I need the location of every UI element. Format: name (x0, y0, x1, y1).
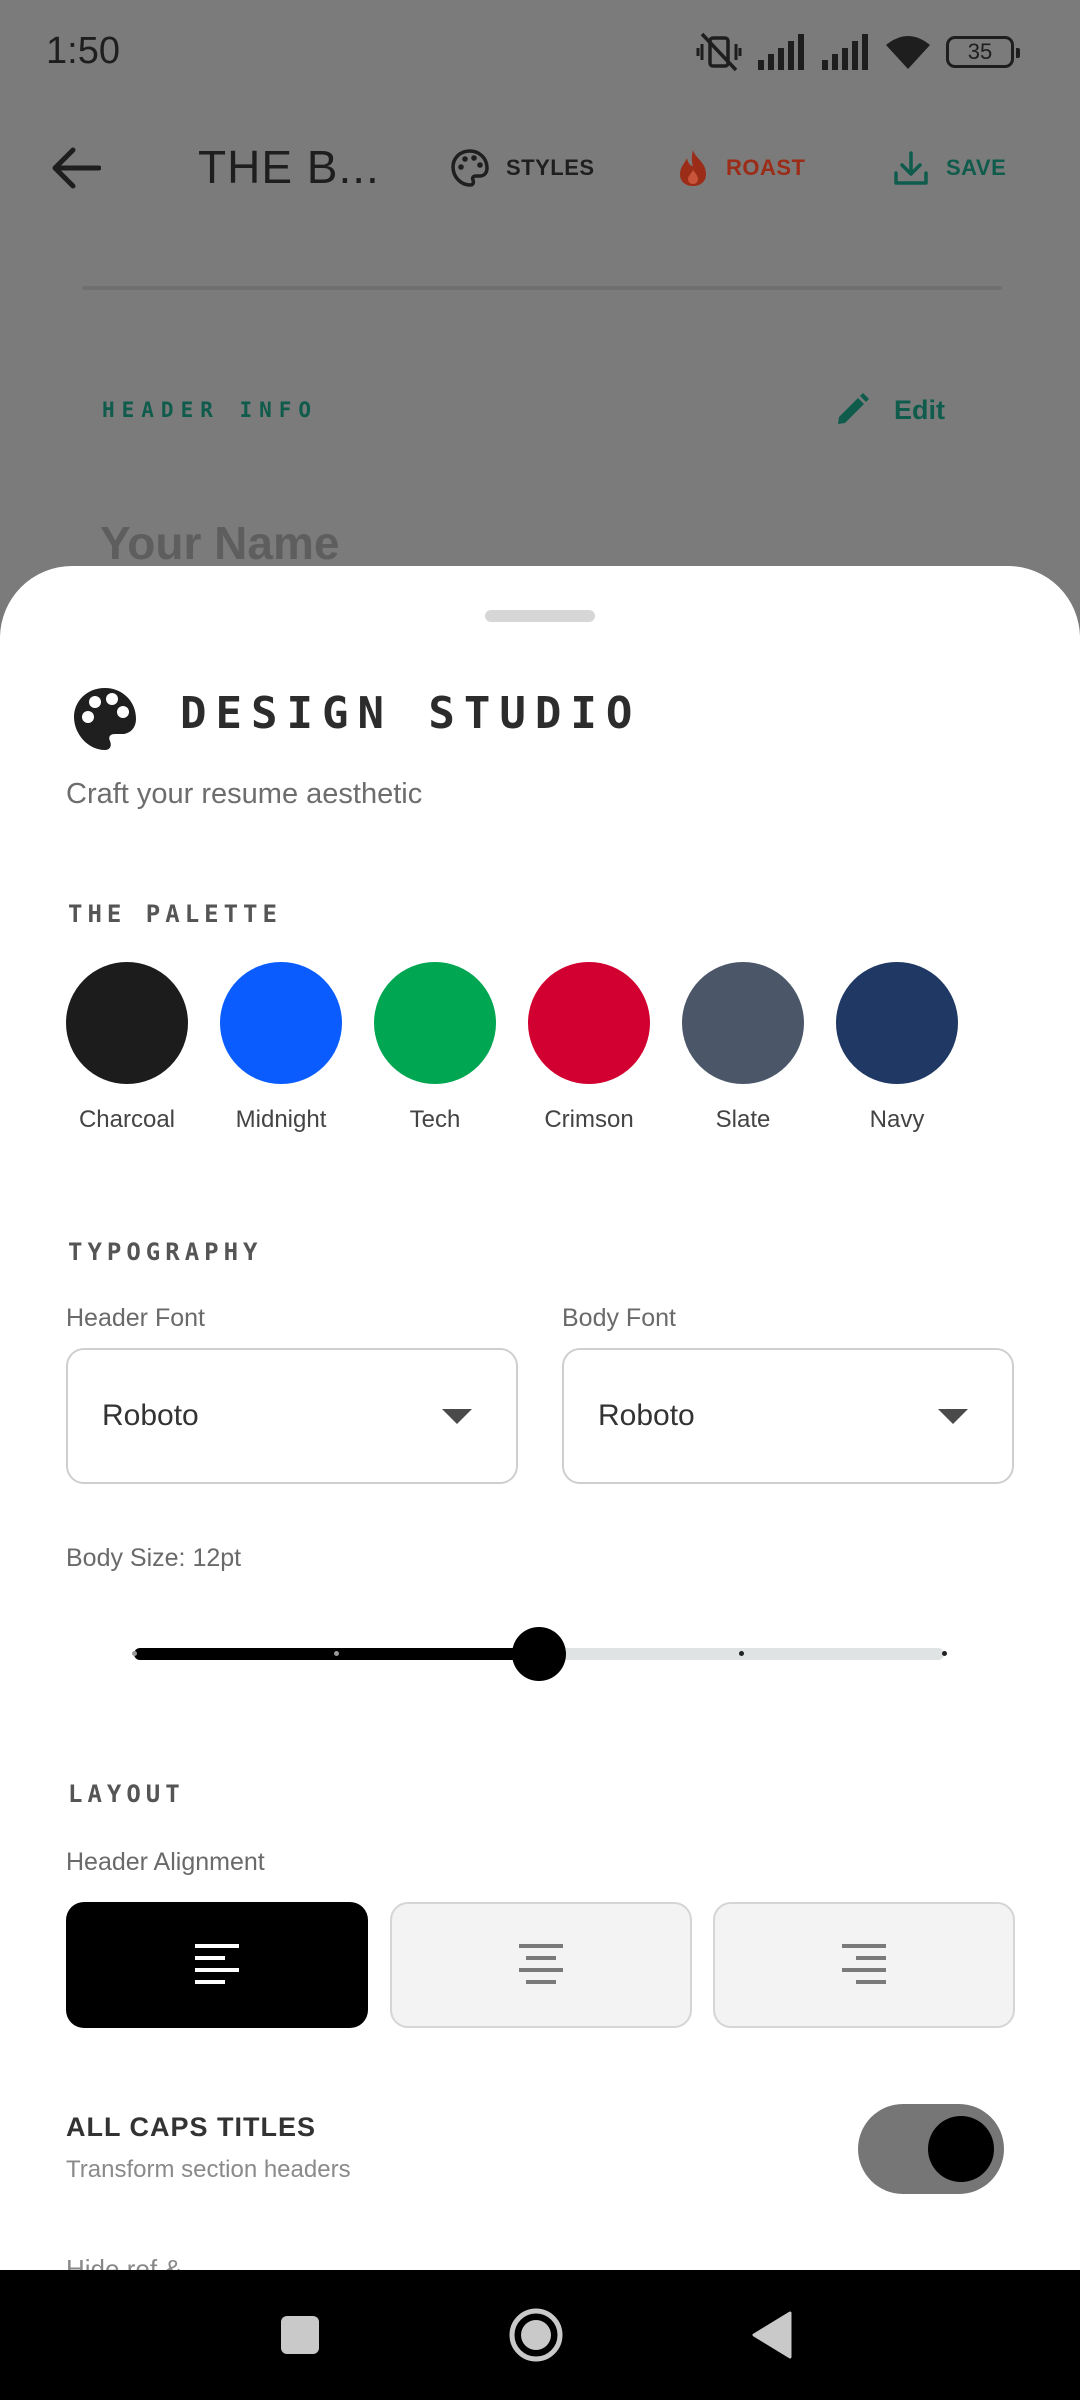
vibrate-off-icon (696, 32, 742, 72)
toggle-knob (928, 2116, 994, 2182)
align-left-button[interactable] (66, 1902, 368, 2028)
header-alignment-label: Header Alignment (66, 1848, 265, 1876)
sheet-subtitle: Craft your resume aesthetic (66, 778, 423, 810)
document-title: THE B... (198, 141, 380, 193)
header-font-select[interactable]: Roboto (66, 1348, 518, 1484)
body-size-slider[interactable] (131, 1624, 947, 1684)
align-center-button[interactable] (390, 1902, 692, 2028)
header-info-label: HEADER INFO (102, 398, 319, 422)
swatch-midnight[interactable]: Midnight (220, 962, 342, 1134)
slider-tick (131, 1651, 137, 1656)
drag-handle[interactable] (485, 610, 595, 622)
system-nav-bar (0, 2270, 1080, 2400)
recents-icon (281, 2316, 319, 2354)
swatch-label: Charcoal (78, 1106, 176, 1133)
flame-icon (680, 150, 706, 186)
styles-button[interactable]: STYLES (450, 146, 595, 190)
swatch-crimson[interactable]: Crimson (528, 962, 650, 1134)
back-nav-button[interactable] (732, 2300, 812, 2370)
align-center-icon (519, 1944, 563, 1984)
align-right-button[interactable] (713, 1902, 1015, 2028)
swatch-label: Crimson (544, 1106, 634, 1133)
save-label: SAVE (946, 155, 1007, 180)
card-divider (82, 286, 1002, 290)
design-studio-sheet: DESIGN STUDIO Craft your resume aestheti… (0, 566, 1080, 2270)
layout-section-label: LAYOUT (68, 1780, 185, 1808)
body-size-label: Body Size: 12pt (66, 1544, 242, 1572)
pencil-icon (838, 393, 869, 424)
header-font-value: Roboto (102, 1399, 199, 1432)
swatch-slate[interactable]: Slate (682, 962, 804, 1134)
roast-label: ROAST (726, 155, 806, 180)
body-font-label: Body Font (562, 1304, 676, 1332)
swatch-tech[interactable]: Tech (374, 962, 496, 1134)
body-font-select[interactable]: Roboto (562, 1348, 1014, 1484)
all-caps-toggle[interactable] (858, 2104, 1004, 2194)
slider-tick (334, 1651, 339, 1656)
palette-icon (451, 149, 489, 187)
slider-thumb[interactable] (512, 1627, 566, 1681)
all-caps-subtitle: Transform section headers (66, 2156, 351, 2183)
status-icons: 35 (696, 30, 1020, 74)
recents-button[interactable] (260, 2300, 340, 2370)
truncated-setting-label: Hide ref & Contact (66, 2258, 266, 2270)
swatch-label: Tech (409, 1106, 461, 1133)
edit-label: Edit (894, 394, 945, 425)
arrow-back-icon (52, 147, 101, 189)
slider-tick (941, 1651, 947, 1656)
palette-section-label: THE PALETTE (68, 900, 282, 928)
swatch-charcoal[interactable]: Charcoal (66, 962, 188, 1134)
download-icon (894, 151, 928, 185)
swatch-circle (374, 962, 496, 1084)
truncated-setting-text: Hide ref & Contact (66, 2258, 266, 2270)
dropdown-arrow-icon (938, 1408, 968, 1424)
dropdown-arrow-icon (442, 1408, 472, 1424)
back-button[interactable] (46, 140, 106, 196)
swatch-circle (682, 962, 804, 1084)
slider-tick (739, 1651, 744, 1656)
battery-indicator: 35 (946, 36, 1020, 68)
swatch-circle (836, 962, 958, 1084)
body-font-value: Roboto (598, 1399, 695, 1432)
background-app: 1:50 35 THE B... STYLES ROAST SAVE HEADE… (0, 0, 1080, 600)
home-button[interactable] (496, 2300, 576, 2370)
swatch-label: Slate (715, 1106, 771, 1133)
wifi-icon (886, 36, 930, 69)
header-font-label: Header Font (66, 1304, 205, 1332)
swatch-circle (66, 962, 188, 1084)
status-bar: 1:50 35 (0, 0, 1080, 104)
signal-icon (758, 34, 804, 70)
swatch-circle (528, 962, 650, 1084)
roast-button[interactable]: ROAST (676, 146, 806, 190)
swatch-circle (220, 962, 342, 1084)
battery-level: 35 (967, 39, 993, 64)
name-placeholder: Your Name (100, 517, 340, 569)
swatch-navy[interactable]: Navy (836, 962, 958, 1134)
typography-section-label: TYPOGRAPHY (68, 1238, 263, 1266)
sheet-title: DESIGN STUDIO (180, 688, 642, 739)
status-time: 1:50 (46, 30, 120, 72)
palette-swatches: Charcoal Midnight Tech Crimson Slate Nav… (66, 962, 966, 1142)
align-left-icon (195, 1944, 239, 1984)
signal-icon (822, 34, 868, 70)
back-triangle-icon (752, 2311, 792, 2359)
all-caps-title: ALL CAPS TITLES (66, 2112, 317, 2142)
align-right-icon (842, 1944, 886, 1984)
home-icon (509, 2308, 563, 2362)
styles-label: STYLES (506, 155, 595, 180)
swatch-label: Midnight (235, 1106, 327, 1133)
palette-icon (74, 688, 136, 750)
save-button[interactable]: SAVE (892, 146, 1006, 190)
app-toolbar: THE B... STYLES ROAST SAVE (0, 116, 1080, 220)
edit-header-button[interactable]: Edit (834, 388, 945, 432)
swatch-label: Navy (869, 1106, 925, 1133)
